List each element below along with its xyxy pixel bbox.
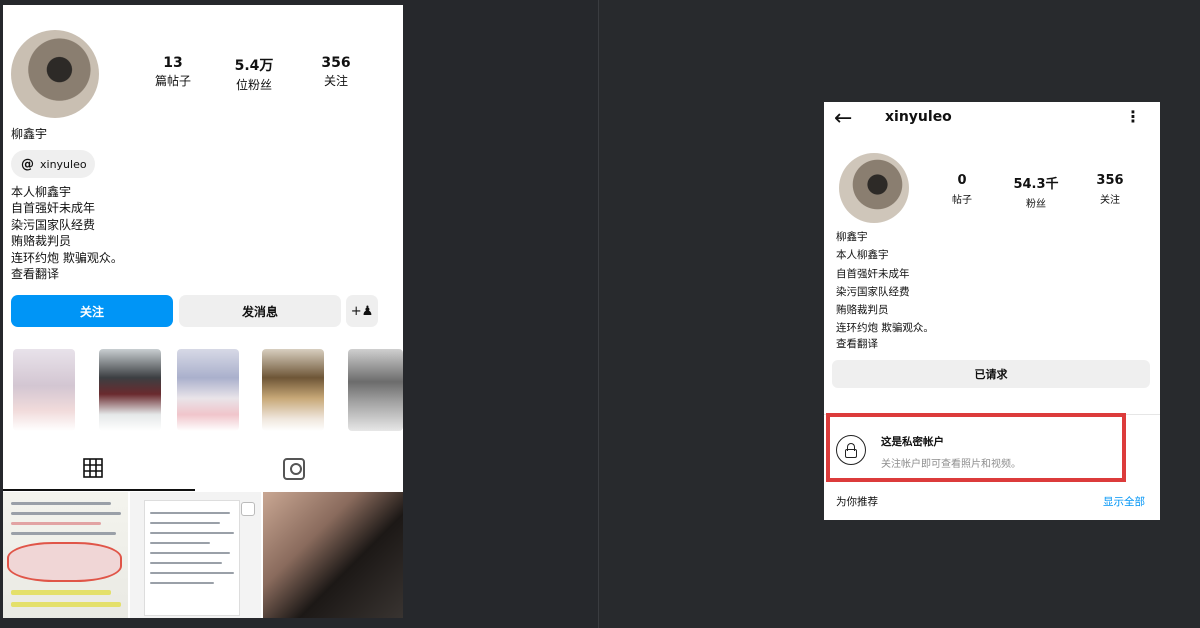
stat-following-label: 关注 [1100, 195, 1120, 206]
profile-screenshot-left: 13 篇帖子 5.4万 位粉丝 356 关注 柳鑫宇 @ xinyuleo 本人… [3, 5, 403, 618]
avatar[interactable] [839, 153, 909, 223]
stat-following-value: 356 [1096, 173, 1124, 188]
stat-posts-label: 篇帖子 [154, 74, 191, 88]
story-highlight[interactable] [13, 349, 75, 431]
stat-followers[interactable]: 54.3千 粉丝 [1001, 173, 1071, 210]
bio: 柳鑫宇 本人柳鑫宇 自首强奸未成年 染污国家队经费 贿赂裁判员 连环约炮 欺骗观… [836, 228, 934, 353]
bio-line: 本人柳鑫宇 [11, 185, 72, 199]
story-highlight[interactable] [348, 349, 403, 431]
story-highlight[interactable] [177, 349, 239, 431]
active-tab-indicator [3, 489, 195, 491]
stat-posts[interactable]: 0 帖子 [927, 173, 997, 206]
stat-followers[interactable]: 5.4万 位粉丝 [214, 55, 294, 93]
story-highlight[interactable] [99, 349, 161, 431]
bio: 本人柳鑫宇 自首强奸未成年 染污国家队经费 贿赂裁判员 连环约炮 欺骗观众。 查… [11, 184, 123, 282]
message-button[interactable]: 发消息 [179, 295, 341, 327]
add-user-button[interactable]: +♟ [346, 295, 378, 327]
stat-followers-value: 5.4万 [234, 58, 274, 74]
stat-following[interactable]: 356 关注 [296, 55, 376, 89]
back-arrow-icon[interactable]: ← [834, 106, 852, 131]
grid-icon[interactable] [83, 458, 103, 478]
requested-button[interactable]: 已请求 [832, 360, 1150, 388]
translate-link[interactable]: 查看翻译 [11, 266, 123, 282]
stat-followers-value: 54.3千 [1013, 177, 1059, 192]
username: xinyuleo [885, 109, 952, 125]
threads-link[interactable]: @ xinyuleo [11, 150, 95, 178]
display-name: 柳鑫宇 [836, 231, 868, 243]
bio-line: 贿赂裁判员 [836, 304, 889, 317]
stat-followers-label: 粉丝 [1026, 199, 1046, 210]
stat-following-label: 关注 [323, 74, 348, 88]
show-all-link[interactable]: 显示全部 [1103, 494, 1145, 509]
stat-posts[interactable]: 13 篇帖子 [133, 55, 213, 89]
highlight-annotation-box [826, 413, 1126, 482]
person-add-icon: +♟ [350, 303, 374, 319]
bio-line: 染污国家队经费 [11, 217, 96, 232]
more-options-icon[interactable]: ⋮ [1125, 107, 1141, 126]
stat-following-value: 356 [321, 55, 351, 71]
bio-line: 连环约炮 欺骗观众。 [11, 250, 123, 265]
post-thumbnail[interactable] [263, 492, 403, 618]
threads-handle: xinyuleo [40, 157, 87, 171]
tagged-icon[interactable] [283, 458, 305, 480]
stat-posts-label: 帖子 [952, 195, 972, 206]
display-name: 柳鑫宇 [11, 127, 48, 141]
stat-posts-value: 13 [163, 55, 183, 71]
post-thumbnail[interactable] [3, 492, 128, 618]
threads-icon: @ [21, 156, 34, 172]
stat-followers-label: 位粉丝 [235, 78, 272, 92]
bio-line: 本人柳鑫宇 [836, 249, 889, 262]
profile-tabs [3, 450, 403, 492]
stat-following[interactable]: 356 关注 [1075, 173, 1145, 206]
bio-line: 贿赂裁判员 [11, 234, 72, 249]
stat-posts-value: 0 [957, 173, 967, 188]
bio-line: 自首强奸未成年 [836, 267, 910, 280]
story-highlight[interactable] [262, 349, 324, 431]
follow-button[interactable]: 关注 [11, 295, 173, 327]
suggestions-label: 为你推荐 [836, 496, 878, 508]
post-thumbnail[interactable] [130, 492, 261, 618]
bio-line: 染污国家队经费 [836, 285, 910, 298]
avatar[interactable] [11, 30, 99, 118]
bio-line: 自首强奸未成年 [11, 201, 96, 216]
